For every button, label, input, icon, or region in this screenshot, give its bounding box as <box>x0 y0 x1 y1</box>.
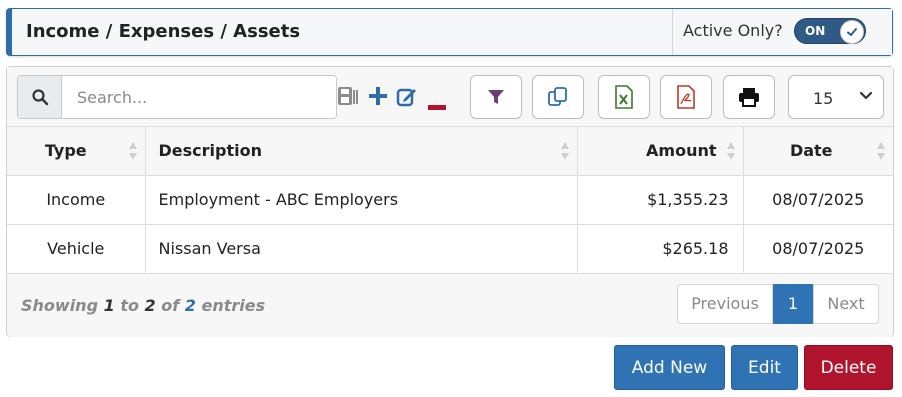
column-header-description[interactable]: Description <box>145 127 578 176</box>
page-size-value: 15 <box>813 89 834 108</box>
entries-info: Showing 1 to 2 of 2 entries <box>21 296 265 315</box>
edit-icon[interactable] <box>396 86 418 112</box>
save-icon[interactable] <box>337 86 359 112</box>
column-header-label: Date <box>789 141 833 161</box>
minus-icon[interactable] <box>428 96 446 115</box>
sort-icon <box>560 142 569 160</box>
edit-button[interactable]: Edit <box>731 345 798 390</box>
sort-icon <box>726 142 735 160</box>
search-group <box>17 75 337 119</box>
cell-date: 08/07/2025 <box>743 175 893 225</box>
excel-export-button[interactable] <box>598 75 650 119</box>
toggle-text: ON <box>805 24 826 38</box>
chevron-down-icon <box>859 91 873 100</box>
previous-page-button[interactable]: Previous <box>677 284 773 324</box>
copy-button[interactable] <box>532 75 584 119</box>
check-icon <box>847 28 857 36</box>
toolbar: 15 <box>7 67 893 127</box>
sort-icon <box>128 142 137 160</box>
showing-to: 2 <box>144 296 156 315</box>
page-header: Income / Expenses / Assets Active Only? … <box>6 8 893 56</box>
table-row[interactable]: Vehicle Nissan Versa $265.18 08/07/2025 <box>7 224 893 274</box>
data-table: Type Description Amount Date Income Empl… <box>7 127 893 274</box>
column-header-amount[interactable]: Amount <box>577 127 744 176</box>
active-only-toggle[interactable]: ON <box>794 18 866 44</box>
column-header-type[interactable]: Type <box>7 127 146 176</box>
pdf-icon <box>677 85 695 109</box>
data-table-panel: 15 Type Description Amount <box>6 66 894 337</box>
delete-button[interactable]: Delete <box>804 345 893 390</box>
pdf-export-button[interactable] <box>660 75 712 119</box>
column-header-label: Description <box>158 141 262 161</box>
copy-icon <box>548 87 567 106</box>
toggle-knob <box>840 20 864 44</box>
active-only-label: Active Only? <box>683 21 783 40</box>
pagination: Previous 1 Next <box>677 284 879 324</box>
table-footer: Showing 1 to 2 of 2 entries Previous 1 N… <box>7 274 893 337</box>
cell-date: 08/07/2025 <box>743 224 893 274</box>
print-button[interactable] <box>723 75 775 119</box>
sort-icon <box>877 142 885 160</box>
search-icon <box>18 76 62 118</box>
cell-amount: $265.18 <box>577 224 744 274</box>
page-title: Income / Expenses / Assets <box>26 21 301 42</box>
next-page-button[interactable]: Next <box>813 284 879 324</box>
showing-of-word: of <box>161 296 180 315</box>
plus-icon[interactable] <box>368 86 388 110</box>
add-new-button[interactable]: Add New <box>614 345 725 390</box>
cell-type: Income <box>7 175 146 225</box>
column-header-label: Amount <box>646 141 717 161</box>
page-size-select[interactable]: 15 <box>788 75 884 119</box>
showing-prefix: Showing <box>21 296 99 315</box>
cell-description: Employment - ABC Employers <box>145 175 578 225</box>
showing-from: 1 <box>103 296 115 315</box>
showing-to-word: to <box>120 296 139 315</box>
active-filter: Active Only? ON <box>672 9 892 55</box>
filter-button[interactable] <box>470 75 522 119</box>
column-header-date[interactable]: Date <box>743 127 893 176</box>
search-input[interactable] <box>63 76 336 118</box>
table-header-row: Type Description Amount Date <box>7 127 893 176</box>
filter-icon <box>488 90 504 104</box>
cell-type: Vehicle <box>7 224 146 274</box>
excel-icon <box>615 85 633 109</box>
print-icon <box>739 88 759 107</box>
showing-entries-word: entries <box>201 296 266 315</box>
page-1-button[interactable]: 1 <box>773 284 813 324</box>
cell-description: Nissan Versa <box>145 224 578 274</box>
column-header-label: Type <box>44 141 87 161</box>
cell-amount: $1,355.23 <box>577 175 744 225</box>
table-row[interactable]: Income Employment - ABC Employers $1,355… <box>7 175 893 225</box>
showing-total: 2 <box>184 296 196 315</box>
